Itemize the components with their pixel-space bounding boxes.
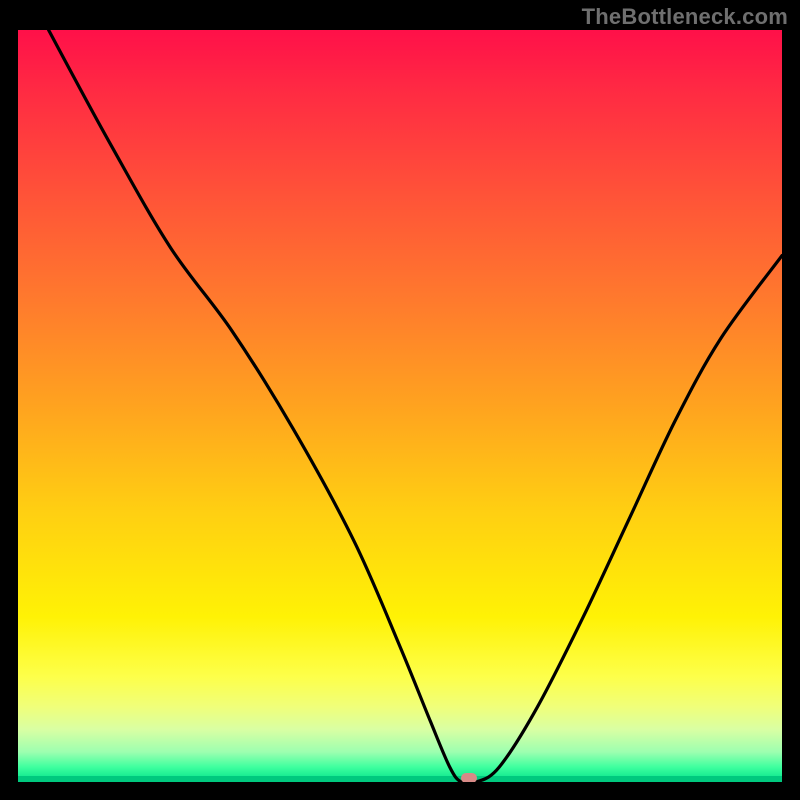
chart-frame: TheBottleneck.com: [0, 0, 800, 800]
plot-area: [18, 30, 782, 782]
watermark-text: TheBottleneck.com: [582, 4, 788, 30]
optimal-point-marker: [461, 773, 477, 782]
bottleneck-curve: [18, 30, 782, 782]
